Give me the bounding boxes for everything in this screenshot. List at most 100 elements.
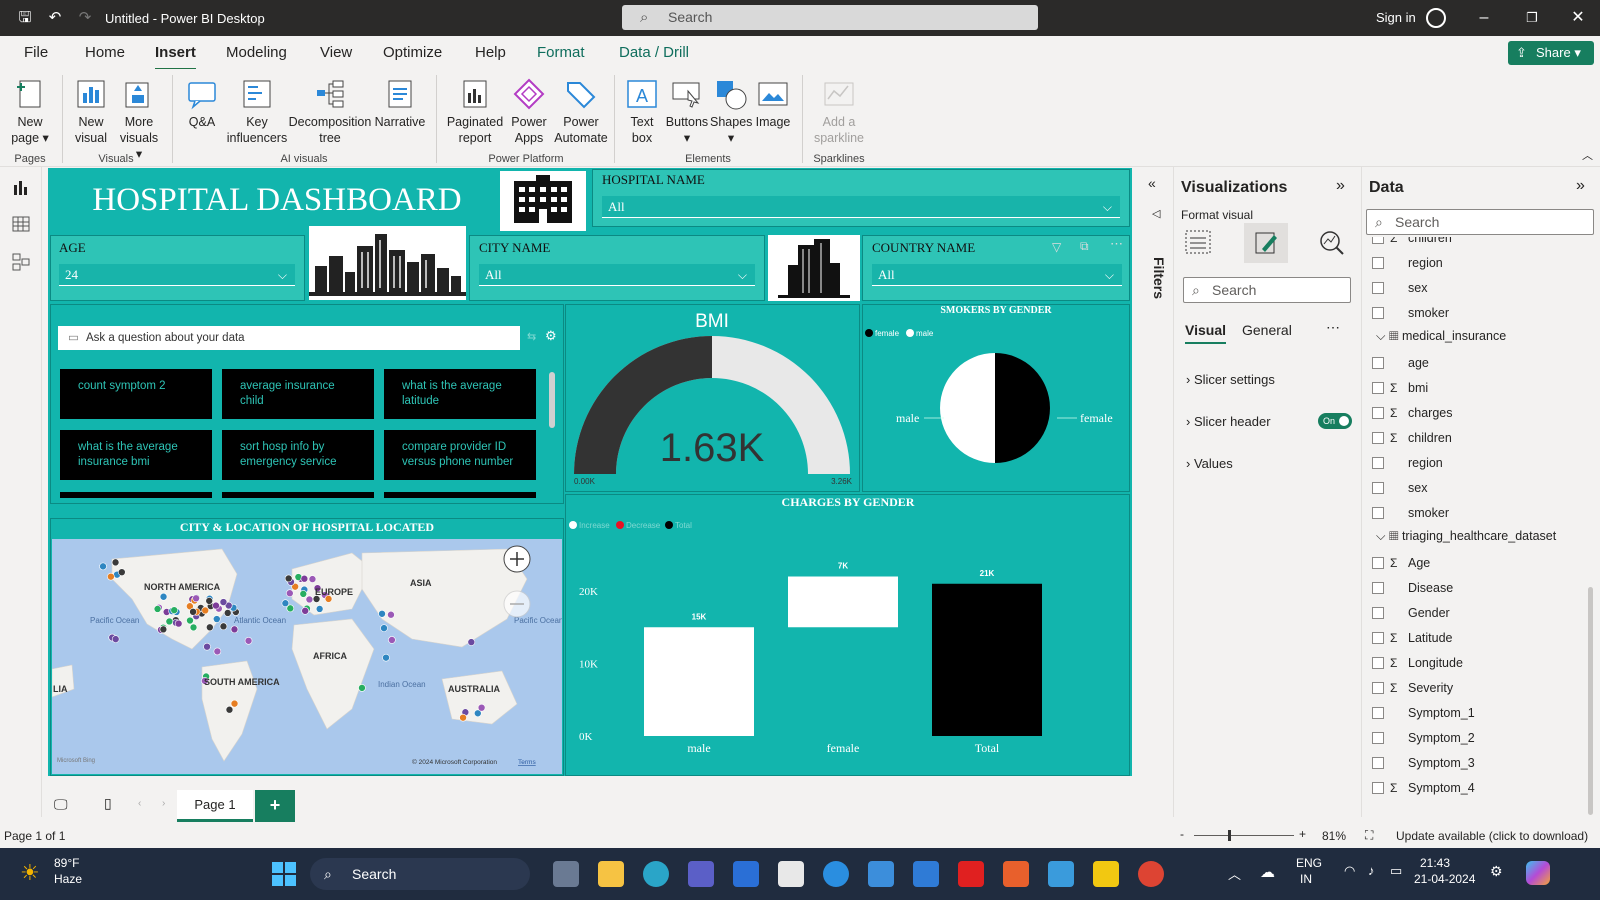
chevron-up-icon[interactable]: ︿ bbox=[1228, 864, 1241, 883]
zoom-in-button[interactable] bbox=[503, 545, 531, 573]
viz-search-input[interactable]: ⌕ Search bbox=[1183, 277, 1351, 303]
file-explorer-icon[interactable] bbox=[598, 861, 624, 887]
expand-icon[interactable]: » bbox=[1336, 177, 1345, 195]
slicer-header-toggle[interactable]: On bbox=[1318, 413, 1352, 429]
help-icon[interactable] bbox=[823, 861, 849, 887]
tab-visual[interactable]: Visual bbox=[1185, 322, 1226, 344]
sign-in-link[interactable]: Sign in bbox=[1376, 10, 1416, 25]
update-available-link[interactable]: Update available (click to download) bbox=[1396, 829, 1588, 843]
edge-icon[interactable] bbox=[643, 861, 669, 887]
qna-suggestion[interactable]: compare provider ID versus phone number bbox=[384, 430, 536, 480]
text-box-button[interactable]: A Text box bbox=[622, 77, 662, 146]
field-checkbox[interactable] bbox=[1372, 682, 1384, 694]
age-dropdown[interactable]: 24 ⌵ bbox=[59, 264, 295, 286]
brave-icon[interactable] bbox=[1003, 861, 1029, 887]
field-checkbox[interactable] bbox=[1372, 557, 1384, 569]
hospital-name-dropdown[interactable]: All ⌵ bbox=[602, 196, 1120, 218]
menu-optimize[interactable]: Optimize bbox=[383, 44, 442, 61]
menu-help[interactable]: Help bbox=[475, 44, 506, 61]
field-checkbox[interactable] bbox=[1372, 237, 1384, 244]
prev-page-icon[interactable]: ‹ bbox=[138, 798, 141, 809]
table-item[interactable]: ⌵ ▦ triaging_healthcare_dataset bbox=[1376, 529, 1556, 544]
teams-icon[interactable] bbox=[688, 861, 714, 887]
lang-primary[interactable]: ENG bbox=[1296, 856, 1322, 870]
field-checkbox[interactable] bbox=[1372, 732, 1384, 744]
zoom-out-icon[interactable]: - bbox=[1180, 827, 1184, 841]
buttons-button[interactable]: Buttons ▾ bbox=[664, 77, 710, 146]
gear-icon[interactable]: ⚙ bbox=[545, 328, 557, 344]
tab-general[interactable]: General bbox=[1242, 322, 1292, 338]
zoom-in-icon[interactable]: + bbox=[1299, 827, 1306, 841]
field-checkbox[interactable] bbox=[1372, 657, 1384, 669]
field-checkbox[interactable] bbox=[1372, 607, 1384, 619]
model-view-icon[interactable] bbox=[12, 253, 30, 271]
copilot-icon[interactable] bbox=[1526, 861, 1550, 885]
world-map[interactable]: NORTH AMERICA EUROPE ASIA AFRICA SOUTH A… bbox=[52, 539, 562, 774]
next-page-icon[interactable]: › bbox=[162, 798, 165, 809]
more-visuals-button[interactable]: More visuals ▾ bbox=[116, 77, 162, 162]
qna-suggestion[interactable]: what is the average insurance bmi bbox=[60, 430, 212, 480]
menu-view[interactable]: View bbox=[320, 44, 352, 61]
qna-clear-icon[interactable]: ⇆ bbox=[527, 330, 536, 343]
undo-icon[interactable]: ↶ bbox=[46, 9, 64, 27]
app-icon[interactable] bbox=[1048, 861, 1074, 887]
youtube-icon[interactable] bbox=[958, 861, 984, 887]
qna-scrollbar[interactable] bbox=[549, 372, 555, 428]
collapse-left-icon[interactable]: « bbox=[1148, 175, 1156, 191]
onedrive-icon[interactable]: ☁ bbox=[1260, 863, 1275, 881]
power-automate-button[interactable]: Power Automate bbox=[552, 77, 610, 146]
more-options-icon[interactable]: ⋯ bbox=[1326, 319, 1340, 336]
chrome-icon[interactable] bbox=[1138, 861, 1164, 887]
add-sparkline-button[interactable]: Add a sparkline bbox=[810, 77, 868, 146]
minimize-icon[interactable]: – bbox=[1474, 8, 1494, 28]
country-name-dropdown[interactable]: All ⌵ bbox=[872, 264, 1122, 286]
lang-secondary[interactable]: IN bbox=[1300, 872, 1312, 886]
task-view-icon[interactable] bbox=[553, 861, 579, 887]
menu-home[interactable]: Home bbox=[85, 44, 125, 61]
close-icon[interactable]: ✕ bbox=[1568, 8, 1588, 28]
data-search-input[interactable]: ⌕ Search bbox=[1366, 209, 1594, 235]
filter-icon[interactable]: ▽ bbox=[1052, 240, 1061, 254]
power-bi-icon[interactable] bbox=[1093, 861, 1119, 887]
field-checkbox[interactable] bbox=[1372, 757, 1384, 769]
field-checkbox[interactable] bbox=[1372, 382, 1384, 394]
battery-icon[interactable]: ▭ bbox=[1390, 863, 1402, 879]
field-checkbox[interactable] bbox=[1372, 307, 1384, 319]
focus-mode-icon[interactable]: ⧉ bbox=[1080, 239, 1089, 254]
menu-insert[interactable]: Insert bbox=[155, 44, 196, 71]
zoom-slider[interactable] bbox=[1194, 830, 1294, 841]
table-item[interactable]: ⌵ ▦ medical_insurance bbox=[1376, 329, 1506, 344]
narrative-button[interactable]: Narrative bbox=[372, 77, 428, 130]
wifi-icon[interactable]: ◠ bbox=[1344, 863, 1355, 879]
image-button[interactable]: Image bbox=[752, 77, 794, 130]
power-apps-button[interactable]: Power Apps bbox=[508, 77, 550, 146]
field-checkbox[interactable] bbox=[1372, 582, 1384, 594]
data-pane-scrollbar[interactable] bbox=[1588, 587, 1593, 815]
filters-label[interactable]: Filters bbox=[1151, 257, 1167, 299]
notifications-icon[interactable]: ⚙ bbox=[1490, 863, 1503, 880]
account-icon[interactable] bbox=[1426, 8, 1446, 28]
store-icon[interactable] bbox=[778, 861, 804, 887]
analytics-icon[interactable] bbox=[1318, 229, 1346, 257]
weather-icon[interactable]: ☀ bbox=[20, 860, 40, 886]
qna-input[interactable]: ▭ Ask a question about your data bbox=[58, 326, 520, 350]
volume-icon[interactable]: ♪ bbox=[1368, 863, 1375, 878]
clock-time[interactable]: 21:43 bbox=[1420, 856, 1450, 870]
top-search-box[interactable]: ⌕ Search bbox=[622, 5, 1038, 30]
field-checkbox[interactable] bbox=[1372, 707, 1384, 719]
taskbar-search[interactable]: ⌕ Search bbox=[310, 858, 530, 890]
more-options-icon[interactable]: ⋯ bbox=[1110, 236, 1123, 252]
app-icon[interactable] bbox=[733, 861, 759, 887]
qna-suggestion[interactable]: count symptom 2 bbox=[60, 369, 212, 419]
qna-suggestion[interactable]: sort hosp info by emergency service bbox=[222, 430, 374, 480]
field-checkbox[interactable] bbox=[1372, 482, 1384, 494]
new-page-button[interactable]: New page ▾ bbox=[8, 77, 52, 146]
field-checkbox[interactable] bbox=[1372, 357, 1384, 369]
field-checkbox[interactable] bbox=[1372, 407, 1384, 419]
field-checkbox[interactable] bbox=[1372, 432, 1384, 444]
decomposition-tree-button[interactable]: Decomposition tree bbox=[288, 77, 372, 146]
paginated-report-button[interactable]: Paginated report bbox=[444, 77, 506, 146]
start-icon[interactable] bbox=[272, 862, 296, 886]
menu-data-drill[interactable]: Data / Drill bbox=[619, 44, 689, 61]
key-influencers-button[interactable]: Key influencers bbox=[226, 77, 288, 146]
